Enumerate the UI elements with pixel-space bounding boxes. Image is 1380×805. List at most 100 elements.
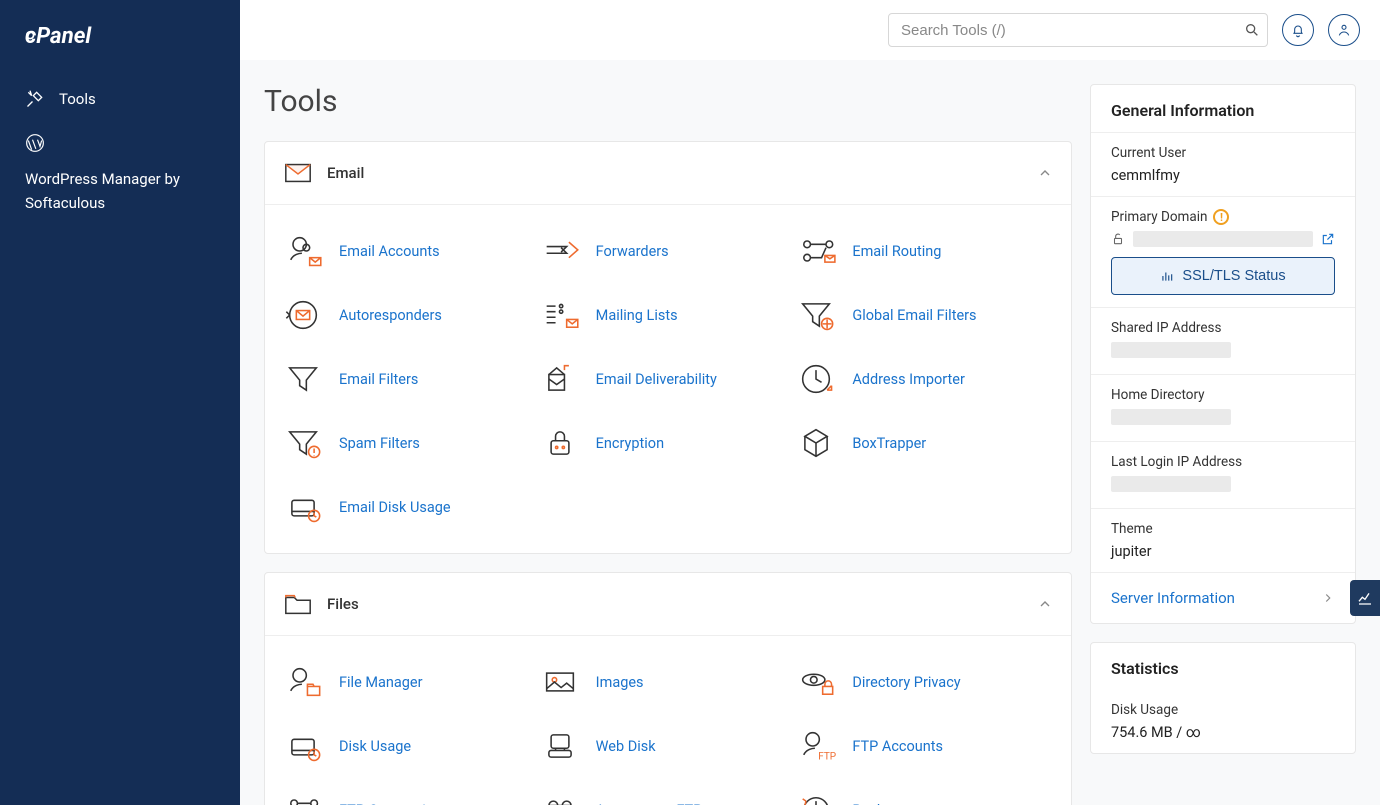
- tool-label: Autoresponders: [339, 307, 442, 324]
- shared-ip-value: [1111, 342, 1231, 358]
- tool-label: Web Disk: [596, 738, 656, 755]
- tool-item-forwarders[interactable]: Forwarders: [540, 219, 797, 283]
- search-input[interactable]: [888, 13, 1268, 47]
- server-info-label: Server Information: [1111, 589, 1235, 607]
- tool-label: FTP Accounts: [852, 738, 943, 755]
- tool-label: Address Importer: [852, 371, 965, 388]
- tool-item-ftp-accounts[interactable]: FTP FTP Accounts: [796, 714, 1053, 778]
- tool-label: Anonymous FTP: [596, 802, 703, 805]
- tool-item-email-disk-usage[interactable]: Email Disk Usage: [283, 475, 540, 539]
- tool-label: Encryption: [596, 435, 664, 452]
- tool-item-spam-filters[interactable]: Spam Filters: [283, 411, 540, 475]
- lock-open-icon: [1111, 232, 1125, 246]
- topbar: [240, 0, 1380, 60]
- notifications-button[interactable]: [1282, 14, 1314, 46]
- tool-item-ftp-connections[interactable]: FTP FTP Connections: [283, 778, 540, 805]
- web-disk-icon: [540, 726, 580, 766]
- sidebar-item-tools[interactable]: Tools: [0, 77, 240, 121]
- tool-item-autoresponders[interactable]: Autoresponders: [283, 283, 540, 347]
- email-routing-icon: [796, 231, 836, 271]
- stats-float-tab[interactable]: [1350, 580, 1380, 616]
- theme-label: Theme: [1111, 521, 1335, 537]
- last-login-label: Last Login IP Address: [1111, 454, 1335, 470]
- last-login-value: [1111, 476, 1231, 492]
- ssl-tls-status-button[interactable]: SSL/TLS Status: [1111, 257, 1335, 295]
- sidebar-item-wordpress[interactable]: WordPress Manager by Softaculous: [0, 121, 240, 227]
- tool-label: Disk Usage: [339, 738, 411, 755]
- tool-label: Spam Filters: [339, 435, 420, 452]
- tool-item-email-filters[interactable]: Email Filters: [283, 347, 540, 411]
- tool-item-address-importer[interactable]: Address Importer: [796, 347, 1053, 411]
- panel-email: Email Email Accounts Forwarders Email Ro…: [264, 141, 1072, 554]
- primary-domain-label: Primary Domain: [1111, 209, 1207, 225]
- forwarders-icon: [540, 231, 580, 271]
- tool-item-disk-usage[interactable]: Disk Usage: [283, 714, 540, 778]
- address-importer-icon: [796, 359, 836, 399]
- tools-icon: [25, 89, 45, 109]
- folder-icon: [283, 589, 313, 619]
- email-filters-icon: [283, 359, 323, 399]
- theme-value: jupiter: [1111, 543, 1335, 560]
- tool-item-backup[interactable]: Backup: [796, 778, 1053, 805]
- tool-label: Forwarders: [596, 243, 669, 260]
- disk-usage-value: 754.6 MB / ∞: [1111, 724, 1335, 741]
- search-button[interactable]: [1244, 22, 1260, 38]
- email-disk-icon: [283, 487, 323, 527]
- tool-item-email-accounts[interactable]: Email Accounts: [283, 219, 540, 283]
- svg-text:FTP: FTP: [819, 751, 837, 762]
- mailing-lists-icon: [540, 295, 580, 335]
- shared-ip-label: Shared IP Address: [1111, 320, 1335, 336]
- anonymous-ftp-icon: FTP: [540, 790, 580, 805]
- chevron-up-icon: [1037, 596, 1053, 612]
- external-link-icon[interactable]: [1321, 232, 1335, 246]
- file-manager-icon: [283, 662, 323, 702]
- statistics-panel: Statistics Disk Usage 754.6 MB / ∞: [1090, 642, 1356, 754]
- tool-item-images[interactable]: Images: [540, 650, 797, 714]
- warning-icon: !: [1213, 209, 1229, 225]
- global-filters-icon: [796, 295, 836, 335]
- bell-icon: [1290, 22, 1306, 38]
- server-information-link[interactable]: Server Information: [1091, 572, 1355, 623]
- disk-usage-icon: [283, 726, 323, 766]
- general-info-title: General Information: [1091, 85, 1355, 132]
- home-directory-value: [1111, 409, 1231, 425]
- tool-label: Email Disk Usage: [339, 499, 451, 516]
- tool-label: Directory Privacy: [852, 674, 960, 691]
- tool-label: Email Accounts: [339, 243, 440, 260]
- tool-item-web-disk[interactable]: Web Disk: [540, 714, 797, 778]
- primary-domain-value: [1133, 231, 1313, 247]
- panel-header-files[interactable]: Files: [265, 573, 1071, 636]
- backup-icon: [796, 790, 836, 805]
- tool-item-mailing-lists[interactable]: Mailing Lists: [540, 283, 797, 347]
- home-directory-label: Home Directory: [1111, 387, 1335, 403]
- panel-title: Files: [327, 595, 1023, 613]
- tool-item-email-deliverability[interactable]: Email Deliverability: [540, 347, 797, 411]
- current-user-value: cemmlfmy: [1111, 167, 1335, 184]
- disk-usage-label: Disk Usage: [1111, 702, 1335, 718]
- bar-chart-icon: [1160, 269, 1174, 283]
- tool-item-boxtrapper[interactable]: BoxTrapper: [796, 411, 1053, 475]
- ftp-accounts-icon: FTP: [796, 726, 836, 766]
- account-button[interactable]: [1328, 14, 1360, 46]
- tool-item-directory-privacy[interactable]: Directory Privacy: [796, 650, 1053, 714]
- tool-label: Mailing Lists: [596, 307, 678, 324]
- tool-label: Images: [596, 674, 644, 691]
- tool-label: FTP Connections: [339, 802, 450, 805]
- search-box: [888, 13, 1268, 47]
- tool-item-anonymous-ftp[interactable]: FTP Anonymous FTP: [540, 778, 797, 805]
- sidebar-item-label: WordPress Manager by Softaculous: [25, 167, 215, 215]
- cpanel-logo[interactable]: cPanel: [0, 20, 240, 77]
- panel-header-email[interactable]: Email: [265, 142, 1071, 205]
- tool-item-email-routing[interactable]: Email Routing: [796, 219, 1053, 283]
- tool-item-file-manager[interactable]: File Manager: [283, 650, 540, 714]
- tool-item-global-email-filters[interactable]: Global Email Filters: [796, 283, 1053, 347]
- chevron-right-icon: [1321, 591, 1335, 605]
- tool-item-encryption[interactable]: Encryption: [540, 411, 797, 475]
- ftp-connections-icon: FTP: [283, 790, 323, 805]
- images-icon: [540, 662, 580, 702]
- sidebar: cPanel Tools WordPress Manager by Softac…: [0, 0, 240, 805]
- search-icon: [1244, 22, 1260, 38]
- wordpress-icon: [25, 133, 45, 153]
- spam-filters-icon: [283, 423, 323, 463]
- boxtrapper-icon: [796, 423, 836, 463]
